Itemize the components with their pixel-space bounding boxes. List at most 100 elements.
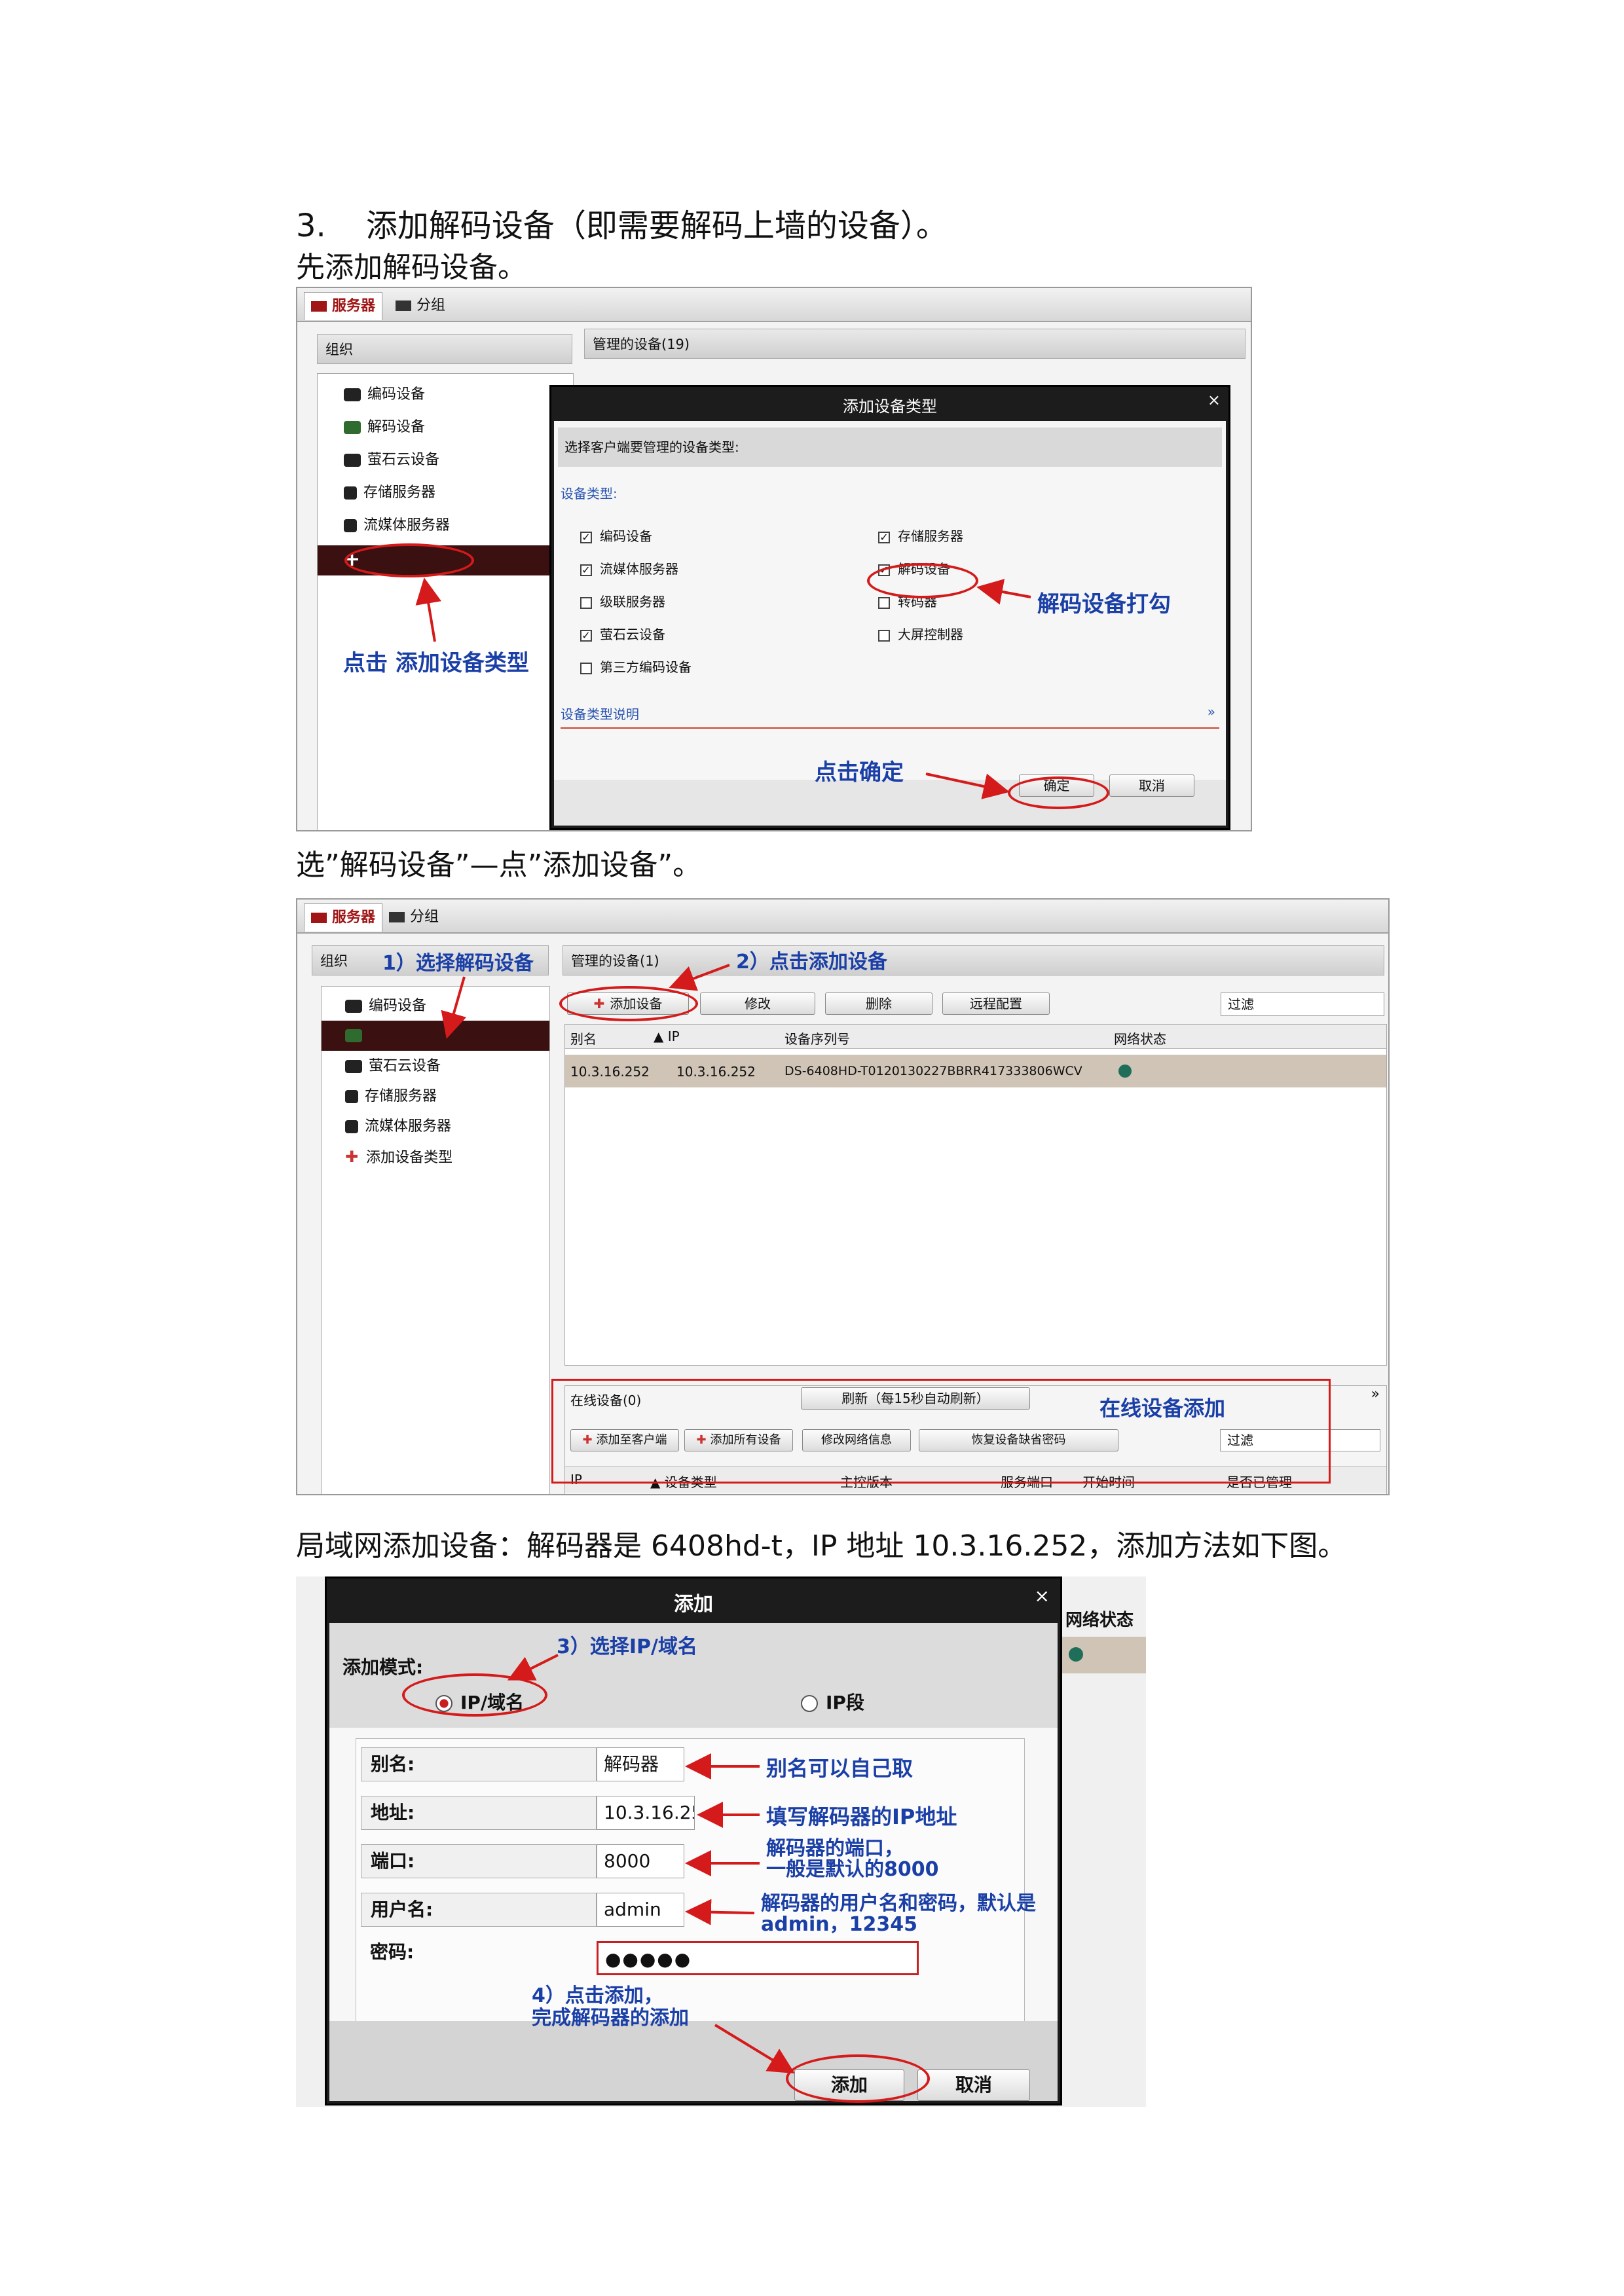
tree-item-add-type[interactable]: ✚ 添加设备类型: [345, 1144, 452, 1170]
checkbox-unchecked[interactable]: [580, 662, 592, 674]
highlight-add-type: [344, 543, 474, 577]
tree-item-stream[interactable]: 流媒体服务器: [345, 1114, 451, 1140]
checkbox-checked[interactable]: ✓: [878, 531, 890, 543]
encoder-icon: [345, 1000, 362, 1013]
checkbox-checked[interactable]: ✓: [580, 531, 592, 543]
chevron-down-icon[interactable]: »: [1371, 1386, 1380, 1402]
close-icon[interactable]: ×: [1208, 391, 1221, 409]
cell-ip: 10.3.16.252: [676, 1064, 756, 1080]
highlight-ip-domain: [402, 1673, 547, 1717]
type-video-wall[interactable]: 大屏控制器: [878, 624, 963, 643]
table-row[interactable]: 10.3.16.252 10.3.16.252 DS-6408HD-T01201…: [565, 1055, 1386, 1087]
prompt-bar: 选择客户端要管理的设备类型:: [558, 428, 1222, 467]
password-input[interactable]: ●●●●●: [597, 1941, 919, 1975]
decoder-icon: [344, 421, 361, 434]
type-storage[interactable]: ✓ 存储服务器: [878, 526, 963, 545]
tree-item-storage[interactable]: 存储服务器: [345, 1084, 437, 1110]
stream-server-icon: [345, 1120, 358, 1133]
type-stream[interactable]: ✓ 流媒体服务器: [580, 558, 678, 577]
remote-config-button[interactable]: 远程配置: [942, 993, 1050, 1015]
annotation-click-add-type: 点击 添加设备类型: [343, 650, 529, 676]
table-header: 别名 ▲ IP 设备序列号 网络状态: [565, 1025, 1386, 1049]
cell-serial: DS-6408HD-T0120130227BBRR417333806WCV: [784, 1064, 1082, 1078]
close-icon[interactable]: ×: [1035, 1585, 1050, 1607]
filter-input[interactable]: 过滤: [1221, 993, 1384, 1016]
checkbox-checked[interactable]: ✓: [580, 629, 592, 642]
tree-item-storage[interactable]: 存储服务器: [344, 480, 435, 506]
alias-input[interactable]: 解码器: [597, 1747, 684, 1781]
add-mode-label: 添加模式:: [342, 1656, 424, 1678]
type-cascade[interactable]: 级联服务器: [580, 591, 665, 610]
tab-group[interactable]: 分组: [389, 292, 452, 319]
column-ip[interactable]: ▲ IP: [654, 1029, 680, 1044]
paragraph-add-decoder: 先添加解码设备。: [296, 251, 526, 284]
encoder-icon: [344, 388, 361, 401]
checkbox-unchecked[interactable]: [878, 629, 890, 642]
tab-bar: 服务器 分组: [297, 900, 1388, 934]
radio-unselected-icon[interactable]: [801, 1695, 818, 1712]
stream-server-icon: [344, 519, 357, 532]
delete-button[interactable]: 删除: [825, 993, 932, 1015]
server-icon: [311, 301, 327, 312]
cell-alias: 10.3.16.252: [570, 1064, 650, 1080]
tab-bar: 服务器 分组: [297, 288, 1251, 322]
storage-icon: [345, 1090, 358, 1103]
highlight-decoder-check: [867, 563, 978, 598]
background-row: [1062, 1637, 1146, 1673]
annotation-port: 解码器的端口， 一般是默认的8000: [766, 1837, 939, 1881]
annotation-click-add-device: 2）点击添加设备: [736, 951, 887, 974]
background-column-network: 网络状态: [1065, 1611, 1134, 1630]
mode-ip-range[interactable]: IP段: [801, 1688, 864, 1715]
highlight-ok: [1008, 776, 1109, 809]
tree-item-decoder-selected[interactable]: [322, 1021, 549, 1051]
folder-icon: [396, 301, 411, 311]
username-input[interactable]: admin: [597, 1893, 684, 1927]
device-type-description[interactable]: 设备类型说明»: [561, 704, 1219, 729]
modify-button[interactable]: 修改: [700, 993, 815, 1015]
tree-item-encoder[interactable]: 编码设备: [345, 993, 426, 1019]
highlight-add-button: [786, 2054, 930, 2103]
highlight-add-device: [559, 986, 698, 1021]
column-serial[interactable]: 设备序列号: [784, 1029, 850, 1048]
checkbox-unchecked[interactable]: [580, 596, 592, 609]
server-icon: [311, 913, 327, 923]
org-tree: 编码设备 萤石云设备 存储服务器 流媒体服务器 ✚ 添加设备类型: [321, 986, 550, 1494]
cancel-button[interactable]: 取消: [1109, 774, 1194, 797]
password-label: 密码:: [370, 1941, 415, 1963]
column-network[interactable]: 网络状态: [1114, 1029, 1166, 1048]
tab-server[interactable]: 服务器: [304, 903, 383, 932]
sort-up-icon: ▲: [654, 1029, 668, 1044]
address-input[interactable]: 10.3.16.252: [597, 1796, 695, 1830]
org-tree: 编码设备 解码设备 萤石云设备 存储服务器 流媒体服务器 +: [317, 373, 574, 830]
org-panel-header: 组织: [317, 334, 572, 364]
annotation-click-add: 4）点击添加， 完成解码器的添加: [532, 1984, 689, 2030]
address-label: 地址:: [361, 1796, 597, 1830]
paragraph-select-decoder: 选”解码设备”—点”添加设备”。: [296, 848, 702, 882]
tree-item-stream[interactable]: 流媒体服务器: [344, 513, 450, 539]
tab-server[interactable]: 服务器: [304, 292, 383, 320]
tree-item-ezviz[interactable]: 萤石云设备: [345, 1053, 441, 1080]
online-status-icon: [1069, 1647, 1083, 1662]
type-third-party[interactable]: 第三方编码设备: [580, 657, 692, 676]
cancel-button[interactable]: 取消: [917, 2069, 1030, 2101]
tree-item-encoder[interactable]: 编码设备: [344, 382, 425, 408]
tab-group[interactable]: 分组: [382, 903, 445, 931]
folder-icon: [389, 912, 405, 922]
tree-item-decoder[interactable]: 解码设备: [344, 414, 425, 441]
decoder-icon: [345, 1029, 362, 1042]
type-ezviz[interactable]: ✓ 萤石云设备: [580, 624, 665, 643]
managed-devices-header: 管理的设备(1): [563, 945, 1384, 975]
device-table: 别名 ▲ IP 设备序列号 网络状态 10.3.16.252 10.3.16.2…: [564, 1024, 1387, 1366]
paragraph-lan-add: 局域网添加设备：解码器是 6408hd-t，IP 地址 10.3.16.252，…: [296, 1529, 1347, 1563]
checkbox-unchecked[interactable]: [878, 596, 890, 609]
chevron-down-icon: »: [1207, 704, 1215, 720]
annotation-online-add: 在线设备添加: [1099, 1396, 1226, 1421]
storage-icon: [344, 486, 357, 500]
type-encoder[interactable]: ✓ 编码设备: [580, 526, 652, 545]
tree-item-ezviz[interactable]: 萤石云设备: [344, 447, 439, 473]
annotation-alias: 别名可以自己取: [766, 1756, 913, 1781]
column-alias[interactable]: 别名: [570, 1029, 597, 1048]
checkbox-checked[interactable]: ✓: [580, 564, 592, 576]
port-input[interactable]: 8000: [597, 1844, 684, 1878]
online-status-icon: [1118, 1065, 1132, 1078]
